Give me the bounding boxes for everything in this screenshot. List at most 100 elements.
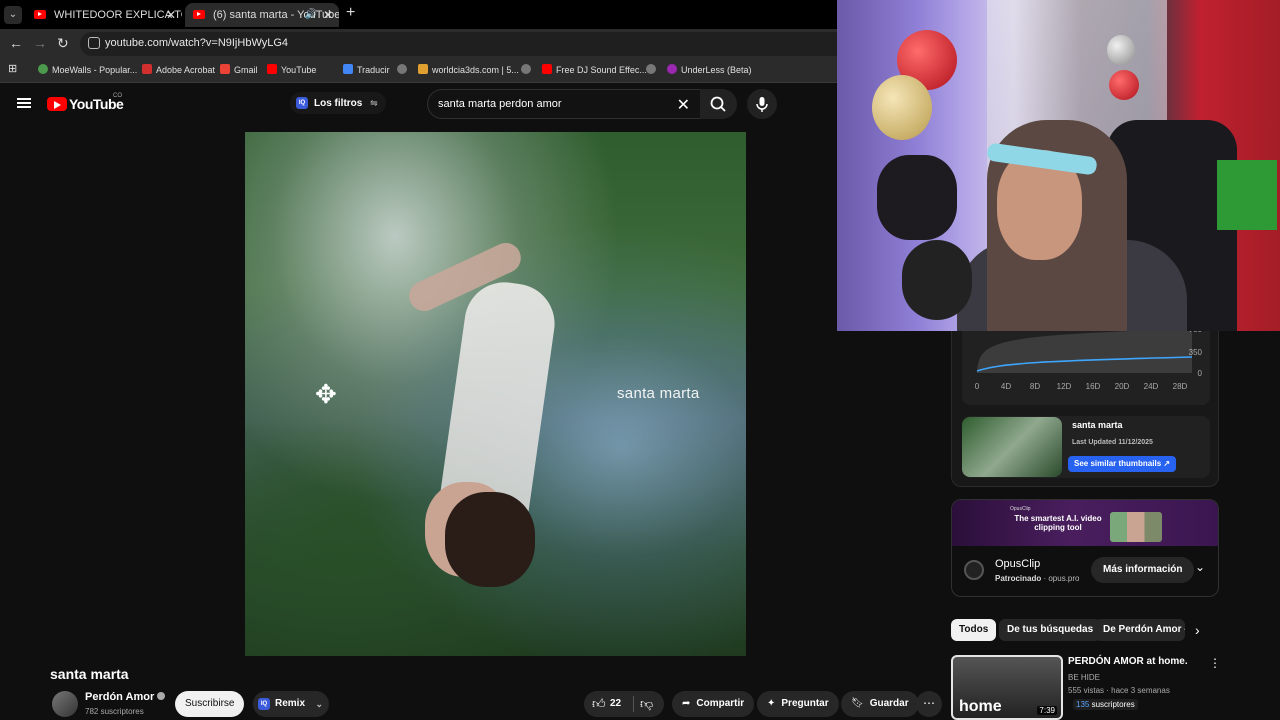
ad-card[interactable]: OpusClip The smartest A.I. video clippin…	[951, 499, 1219, 597]
thumbs-down-icon[interactable]: 👎︎	[640, 696, 653, 712]
clear-search-icon[interactable]: ✕	[677, 95, 690, 115]
browser-tab-active[interactable]: (6) santa marta - YouTube 🔊 ✕	[185, 3, 339, 27]
chip-from-channel[interactable]: De Perdón Amor - T	[1095, 619, 1185, 641]
plush-toy	[877, 155, 957, 240]
bookmark-item[interactable]: UnderLess (Beta)	[667, 64, 752, 75]
filters-button[interactable]: IQ Los filtros ⇋	[290, 92, 386, 114]
site-info-icon[interactable]	[88, 37, 100, 49]
ornament-icon	[872, 75, 932, 140]
youtube-logo-icon[interactable]	[47, 97, 67, 111]
share-icon: ➦	[682, 698, 691, 709]
save-button[interactable]: 🔖︎ Guardar	[841, 691, 919, 717]
bookmark-item[interactable]: Traducir	[343, 64, 390, 75]
similar-thumbnails-button[interactable]: See similar thumbnails ↗	[1068, 456, 1177, 472]
extension-icon: IQ	[258, 698, 270, 710]
chip-from-searches[interactable]: De tus búsquedas	[999, 619, 1102, 641]
globe-icon[interactable]	[397, 64, 411, 75]
subscribe-button[interactable]: Suscribirse	[175, 691, 245, 717]
share-button[interactable]: ➦ Compartir	[672, 691, 755, 717]
bookmark-item[interactable]: Gmail	[220, 64, 258, 75]
globe-icon[interactable]	[646, 64, 660, 75]
views-chart-svg: 700350004D8D12D16D20D24D28D	[975, 331, 1203, 391]
forward-icon[interactable]: →	[33, 35, 47, 51]
ad-cta-button[interactable]: Más información	[1091, 557, 1195, 583]
recommended-title[interactable]: PERDÓN AMOR at home.	[1068, 656, 1188, 667]
move-cursor-icon: ✥	[315, 379, 337, 409]
more-vert-icon[interactable]: ⋮	[1209, 656, 1221, 670]
avatar[interactable]	[52, 691, 78, 717]
address-bar[interactable]: youtube.com/watch?v=N9IjHbWyLG4	[80, 32, 837, 56]
video-player[interactable]: santa marta ✥	[245, 132, 746, 656]
globe-icon[interactable]	[521, 64, 535, 75]
total-views-area	[977, 331, 1192, 373]
filters-label: Los filtros	[314, 98, 363, 109]
more-actions-button[interactable]: ⋯	[916, 691, 942, 717]
like-count: 22	[610, 698, 622, 709]
ask-button[interactable]: ✦ Preguntar	[757, 691, 839, 717]
thumbnail-card[interactable]: santa marta Last Updated 11/12/2025 See …	[962, 416, 1210, 478]
channel-name[interactable]: Perdón Amor	[85, 691, 166, 703]
chevron-down-icon[interactable]: ⌄	[1195, 560, 1205, 574]
sparkle-icon: ✦	[767, 698, 776, 709]
recommended-channel[interactable]: BE HIDE	[1068, 673, 1100, 682]
back-icon[interactable]: ←	[9, 35, 23, 51]
x-tick-label: 24D	[1144, 382, 1159, 391]
bookmark-item[interactable]: worldcia3ds.com | 5...	[418, 64, 519, 75]
recommended-subs: 135 suscriptores	[1073, 699, 1138, 710]
bookmark-label: worldcia3ds.com | 5...	[432, 65, 519, 75]
ad-banner[interactable]: OpusClip The smartest A.I. video clippin…	[952, 500, 1218, 546]
ornament-icon	[1109, 70, 1139, 100]
remix-button[interactable]: IQ Remix ⌄	[253, 691, 330, 717]
bookmark-item[interactable]: YouTube	[267, 64, 316, 75]
chip-all[interactable]: Todos	[951, 619, 997, 641]
voice-search-button[interactable]	[747, 89, 777, 119]
x-tick-label: 0	[975, 382, 980, 391]
browser-tab[interactable]: WHITEDOOR EXPLICA TODO: S ✕	[26, 3, 182, 27]
speaker-icon[interactable]: 🔊	[305, 3, 317, 27]
video-frame-figure	[445, 492, 535, 587]
thumbnail-text: home	[959, 698, 1002, 715]
bookmark-label: Free DJ Sound Effec...	[556, 65, 647, 75]
x-tick-label: 28D	[1173, 382, 1188, 391]
close-icon[interactable]: ✕	[166, 3, 176, 27]
browser-tab-strip: ⌄ WHITEDOOR EXPLICA TODO: S ✕ (6) santa …	[0, 0, 837, 29]
tab-title: (6) santa marta - YouTube	[213, 9, 339, 21]
menu-icon[interactable]	[17, 98, 31, 100]
bookmark-label: Traducir	[357, 65, 390, 75]
channel-name-text: Perdón Amor	[85, 691, 155, 703]
search-button[interactable]	[700, 89, 737, 119]
search-input[interactable]: santa marta perdon amor ✕	[427, 89, 701, 119]
microphone-icon	[756, 97, 768, 112]
subs-count: 135	[1076, 700, 1090, 709]
apps-grid-icon[interactable]: ⊞	[8, 62, 17, 75]
chevron-right-icon[interactable]: ›	[1195, 622, 1200, 638]
recommended-thumbnail[interactable]: home 7:39	[951, 655, 1063, 720]
x-tick-label: 16D	[1086, 382, 1101, 391]
y-tick-label: 0	[1198, 369, 1203, 378]
thumbnail-preview[interactable]	[962, 417, 1062, 477]
x-tick-label: 12D	[1057, 382, 1072, 391]
bookmark-item[interactable]: Adobe Acrobat	[142, 64, 215, 75]
chevron-down-icon[interactable]: ⌄	[315, 691, 323, 717]
bookmark-item[interactable]: MoeWalls - Popular...	[38, 64, 137, 75]
like-dislike-bar: 👍︎ 22 👎︎	[584, 691, 664, 717]
youtube-favicon-icon	[193, 10, 205, 19]
ad-banner-image	[1110, 512, 1162, 542]
tab-search-button[interactable]: ⌄	[4, 6, 22, 24]
tune-icon: ⇋	[370, 98, 378, 108]
thumbs-up-icon[interactable]: 👍︎	[592, 696, 606, 712]
new-tab-button[interactable]: +	[346, 4, 355, 22]
ask-label: Preguntar	[781, 698, 829, 709]
save-label: Guardar	[869, 698, 909, 709]
recommended-video[interactable]: home 7:39 PERDÓN AMOR at home. BE HIDE 5…	[951, 655, 1221, 720]
bookmark-item[interactable]: Free DJ Sound Effec...	[542, 64, 647, 75]
ad-domain: opus.pro	[1048, 574, 1080, 583]
x-tick-label: 4D	[1001, 382, 1011, 391]
url-text: youtube.com/watch?v=N9IjHbWyLG4	[105, 37, 289, 49]
close-icon[interactable]: ✕	[323, 3, 333, 27]
ornament-icon	[1107, 35, 1135, 65]
bookmark-label: Gmail	[234, 65, 258, 75]
thumbnail-title: santa marta	[1072, 420, 1123, 430]
x-tick-label: 20D	[1115, 382, 1130, 391]
reload-icon[interactable]: ↻	[57, 35, 69, 52]
